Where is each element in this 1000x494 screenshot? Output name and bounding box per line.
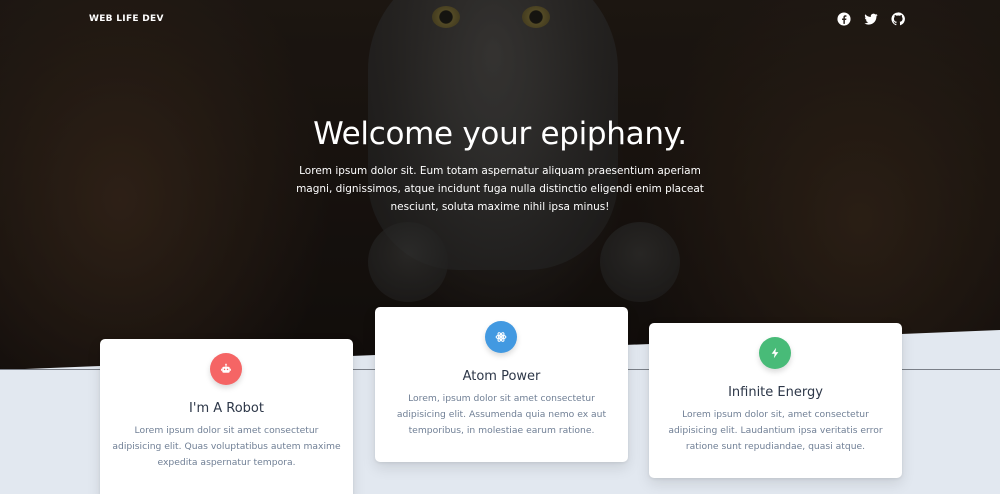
card-text: Lorem ipsum dolor sit, amet consectetur … [668,409,883,452]
brand-logo[interactable]: WEB LIFE DEV [89,14,164,24]
feature-card-atom: Atom Power Lorem, ipsum dolor sit amet c… [375,307,628,462]
card-text: Lorem ipsum dolor sit amet consectetur a… [112,425,341,468]
card-badge [759,337,791,369]
card-title: Infinite Energy [728,385,823,400]
feature-card-robot: I'm A Robot Lorem ipsum dolor sit amet c… [100,339,353,494]
hero-subtitle: Lorem ipsum dolor sit. Eum totam asperna… [296,165,704,213]
card-badge [210,353,242,385]
feature-card-energy: Infinite Energy Lorem ipsum dolor sit, a… [649,323,902,478]
github-icon[interactable] [891,12,905,26]
hero-content: Welcome your epiphany. Lorem ipsum dolor… [280,112,720,216]
twitter-icon[interactable] [864,12,878,26]
card-badge [485,321,517,353]
atom-icon [495,332,507,342]
card-text: Lorem, ipsum dolor sit amet consectetur … [396,393,607,436]
hero-title: Welcome your epiphany. [313,116,687,152]
card-title: I'm A Robot [189,401,264,416]
robot-icon [221,363,231,373]
facebook-icon[interactable] [837,12,851,26]
top-navbar: WEB LIFE DEV [0,0,1000,40]
card-title: Atom Power [462,369,541,384]
lightning-icon [771,347,779,359]
